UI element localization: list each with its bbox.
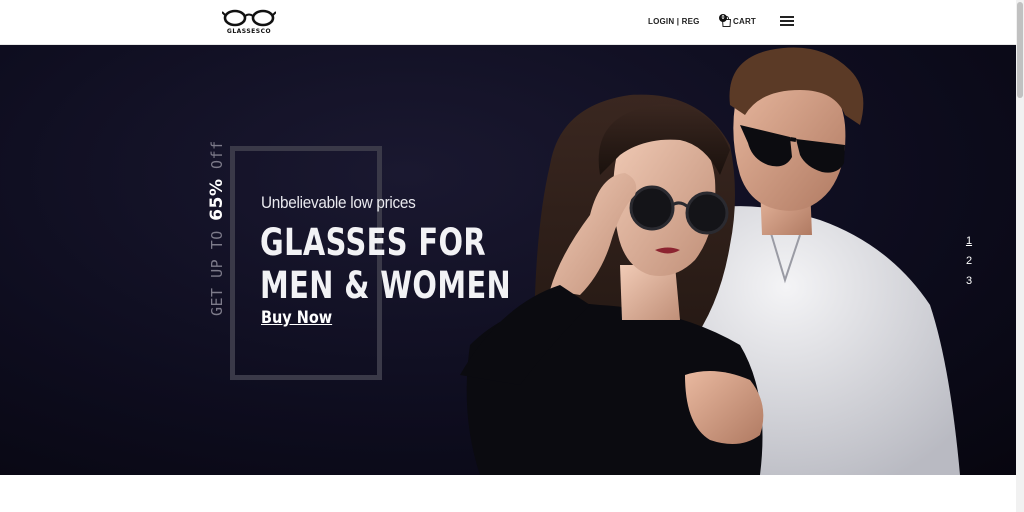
cart-label: CART	[733, 17, 757, 26]
promo-amount: 65%	[207, 178, 227, 221]
hero-subtitle: Unbelievable low prices	[261, 193, 416, 212]
hero-title: GLASSES FOR MEN & WOMEN	[260, 221, 511, 307]
page: GLASSESCO LOGIN | REG 0 CART GET UP TO 6…	[0, 0, 1024, 512]
hamburger-icon[interactable]	[780, 16, 794, 28]
promo-suffix: Off	[208, 140, 226, 179]
cart-count-badge: 0	[719, 14, 727, 22]
scrollbar[interactable]	[1016, 0, 1024, 512]
site-header: GLASSESCO LOGIN | REG 0 CART	[0, 0, 1016, 45]
promo-vertical-text: GET UP TO 65% Off	[207, 140, 227, 316]
scrollbar-thumb[interactable]	[1017, 2, 1023, 98]
login-register-link[interactable]: LOGIN | REG	[648, 17, 700, 26]
buy-now-button[interactable]: Buy Now	[261, 308, 332, 328]
slide-dot-3[interactable]: 3	[962, 271, 976, 291]
logo-text: GLASSESCO	[226, 28, 272, 35]
promo-prefix: GET UP TO	[208, 220, 226, 316]
slide-dot-2[interactable]: 2	[962, 251, 976, 271]
logo[interactable]: GLASSESCO	[222, 8, 276, 36]
hero-title-line-2: MEN & WOMEN	[260, 264, 512, 307]
cart-button[interactable]: 0 CART	[719, 14, 759, 30]
hero-image	[460, 47, 960, 475]
hero-title-line-1: GLASSES FOR	[260, 221, 487, 264]
slide-dot-1[interactable]: 1	[962, 231, 976, 251]
hero-banner: GET UP TO 65% Off Unbelievable low price…	[0, 45, 1016, 475]
glasses-logo-icon	[222, 9, 276, 27]
content-below-hero	[0, 475, 1016, 512]
slide-pagination: 1 2 3	[962, 231, 976, 291]
